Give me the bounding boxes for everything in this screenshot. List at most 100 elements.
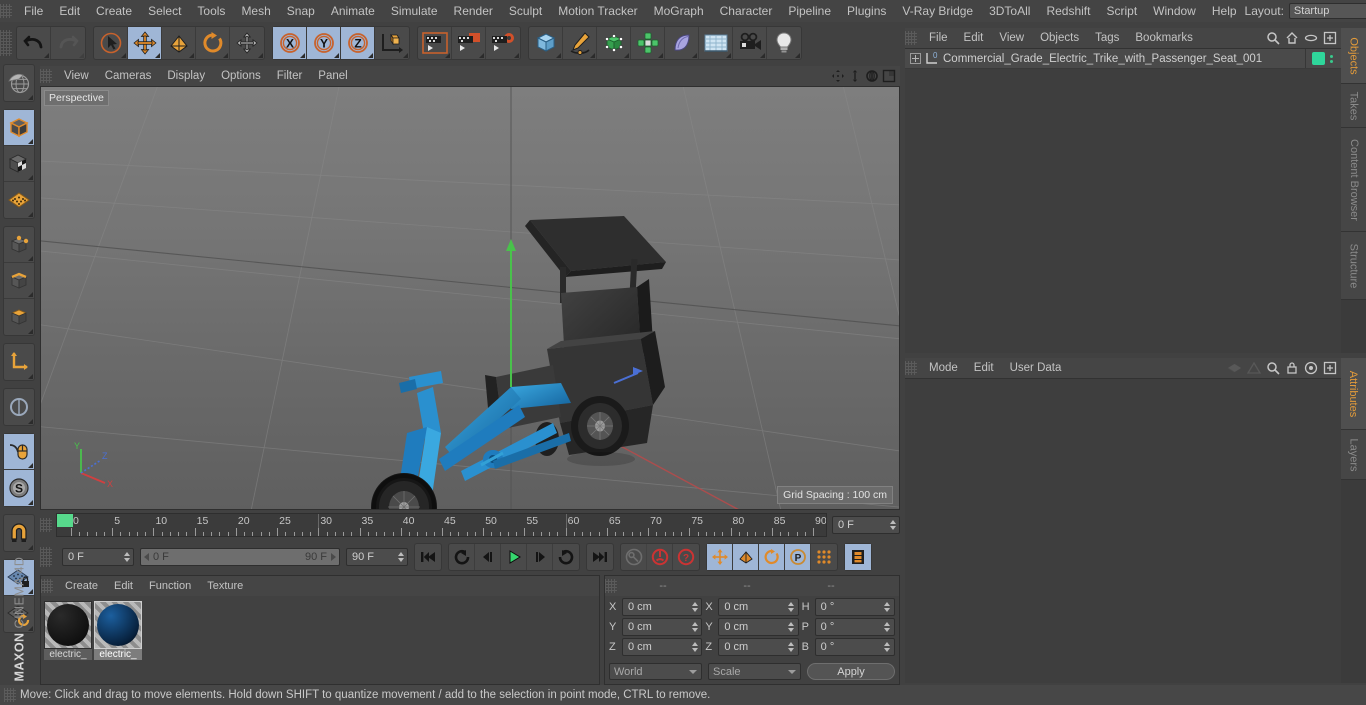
menu-create[interactable]: Create: [88, 0, 140, 22]
polygons-mode-icon[interactable]: [4, 299, 34, 335]
menu-render[interactable]: Render: [446, 0, 501, 22]
array-icon[interactable]: [631, 27, 665, 59]
material-menu-create[interactable]: Create: [57, 575, 106, 597]
object-menu-objects[interactable]: Objects: [1032, 28, 1087, 48]
rotate-icon[interactable]: [196, 27, 230, 59]
undo-icon[interactable]: [17, 27, 51, 59]
timeline-current-frame-field[interactable]: 0 F: [832, 516, 900, 534]
rotation-b-field[interactable]: 0 °: [814, 638, 895, 656]
spinner-icon[interactable]: [122, 550, 131, 564]
axis-modify-icon[interactable]: [4, 344, 34, 380]
material-menu-function[interactable]: Function: [141, 575, 199, 597]
dolly-icon[interactable]: [847, 68, 863, 84]
timeline-ruler[interactable]: 0 5 10 15 20 25 30 35 40 45 50 55 60 65 70 75 80 85 90: [56, 513, 827, 537]
search-icon[interactable]: [1265, 31, 1280, 46]
material-tag-icon[interactable]: [1312, 52, 1325, 65]
spinner-icon[interactable]: [883, 640, 892, 654]
cube-primitive-icon[interactable]: [529, 27, 563, 59]
anim-current-frame-field[interactable]: 0 F: [62, 548, 134, 566]
spinner-icon[interactable]: [883, 620, 892, 634]
viewport-menu-display[interactable]: Display: [159, 66, 213, 86]
autokey-key-icon[interactable]: [621, 544, 647, 570]
attribute-menu-user-data[interactable]: User Data: [1002, 358, 1070, 378]
next-frame-icon[interactable]: [527, 544, 553, 570]
vertical-tab-takes[interactable]: Takes: [1341, 84, 1366, 128]
spinner-icon[interactable]: [690, 620, 699, 634]
layout-select[interactable]: Startup: [1288, 3, 1366, 19]
object-mode-icon[interactable]: [4, 110, 34, 146]
material-menu-texture[interactable]: Texture: [199, 575, 251, 597]
material-preview[interactable]: [94, 601, 142, 649]
material-grip[interactable]: [41, 579, 53, 593]
soft-selection-icon[interactable]: S: [4, 470, 34, 506]
search-icon[interactable]: [1265, 361, 1280, 376]
object-row[interactable]: 0 Commercial_Grade_Electric_Trike_with_Pa…: [905, 49, 1341, 69]
prev-frame-icon[interactable]: [475, 544, 501, 570]
render-view-icon[interactable]: [418, 27, 452, 59]
menu-file[interactable]: File: [16, 0, 51, 22]
timeline-playhead[interactable]: [57, 514, 73, 527]
rotation-h-field[interactable]: 0 °: [814, 598, 895, 616]
menu-mesh[interactable]: Mesh: [233, 0, 278, 22]
plus-box-icon[interactable]: [1322, 361, 1337, 376]
coord-system-dropdown[interactable]: World: [609, 663, 702, 680]
filmstrip-icon[interactable]: [845, 544, 871, 570]
animate-left-icon[interactable]: [1227, 361, 1242, 376]
key-position-icon[interactable]: [707, 544, 733, 570]
target-icon[interactable]: [1303, 361, 1318, 376]
spinner-icon[interactable]: [690, 640, 699, 654]
object-menu-file[interactable]: File: [921, 28, 956, 48]
menu-simulate[interactable]: Simulate: [383, 0, 446, 22]
menu-select[interactable]: Select: [140, 0, 189, 22]
viewport-menu-options[interactable]: Options: [213, 66, 269, 86]
menu-v-ray-bridge[interactable]: V-Ray Bridge: [894, 0, 981, 22]
eye-icon[interactable]: [1303, 31, 1318, 46]
viewport-menu-filter[interactable]: Filter: [269, 66, 311, 86]
viewport-solo-icon[interactable]: [4, 389, 34, 425]
attribute-manager-grip[interactable]: [905, 361, 917, 375]
anim-range-slider[interactable]: 0 F 90 F: [140, 548, 340, 566]
range-right-arrow-icon[interactable]: [331, 553, 336, 561]
menu-pipeline[interactable]: Pipeline: [780, 0, 839, 22]
magnet-icon[interactable]: [4, 515, 34, 551]
vertical-tab-attributes[interactable]: Attributes: [1341, 358, 1366, 430]
vertical-tab-structure[interactable]: Structure: [1341, 232, 1366, 300]
move-alt-icon[interactable]: [230, 27, 264, 59]
menu-motion-tracker[interactable]: Motion Tracker: [550, 0, 645, 22]
object-tree[interactable]: 0 Commercial_Grade_Electric_Trike_with_Pa…: [905, 48, 1341, 353]
vertical-tab-objects[interactable]: Objects: [1341, 28, 1366, 84]
live-selection-icon[interactable]: [94, 27, 128, 59]
anim-end-frame-field[interactable]: 90 F: [346, 548, 408, 566]
key-pla-icon[interactable]: P: [785, 544, 811, 570]
menu-edit[interactable]: Edit: [51, 0, 88, 22]
viewport-menu-view[interactable]: View: [56, 66, 97, 86]
menu-redshift[interactable]: Redshift: [1038, 0, 1098, 22]
object-manager-grip[interactable]: [905, 31, 917, 45]
redo-icon[interactable]: [51, 27, 85, 59]
world-object-coord-icon[interactable]: [375, 27, 409, 59]
status-grip[interactable]: [4, 688, 16, 702]
render-region-icon[interactable]: [452, 27, 486, 59]
nurbs-icon[interactable]: [597, 27, 631, 59]
rotate-view-icon[interactable]: [864, 68, 880, 84]
apply-button[interactable]: Apply: [807, 663, 895, 680]
autokeying-icon[interactable]: [647, 544, 673, 570]
timeline-grip[interactable]: [40, 518, 52, 532]
menu-script[interactable]: Script: [1098, 0, 1145, 22]
render-settings-icon[interactable]: [486, 27, 520, 59]
pan-icon[interactable]: [830, 68, 846, 84]
menu-help[interactable]: Help: [1204, 0, 1245, 22]
anim-grip[interactable]: [40, 547, 52, 567]
camera-icon[interactable]: [733, 27, 767, 59]
menu-3dtoall[interactable]: 3DToAll: [981, 0, 1038, 22]
y-axis-icon[interactable]: Y: [307, 27, 341, 59]
attribute-menu-mode[interactable]: Mode: [921, 358, 966, 378]
coordinate-grip[interactable]: [605, 579, 617, 593]
spline-pen-icon[interactable]: [563, 27, 597, 59]
plus-box-icon[interactable]: [1322, 31, 1337, 46]
points-mode-icon[interactable]: [4, 227, 34, 263]
menu-tools[interactable]: Tools: [189, 0, 233, 22]
menu-window[interactable]: Window: [1145, 0, 1204, 22]
viewport-grip[interactable]: [40, 69, 52, 83]
menu-sculpt[interactable]: Sculpt: [501, 0, 550, 22]
